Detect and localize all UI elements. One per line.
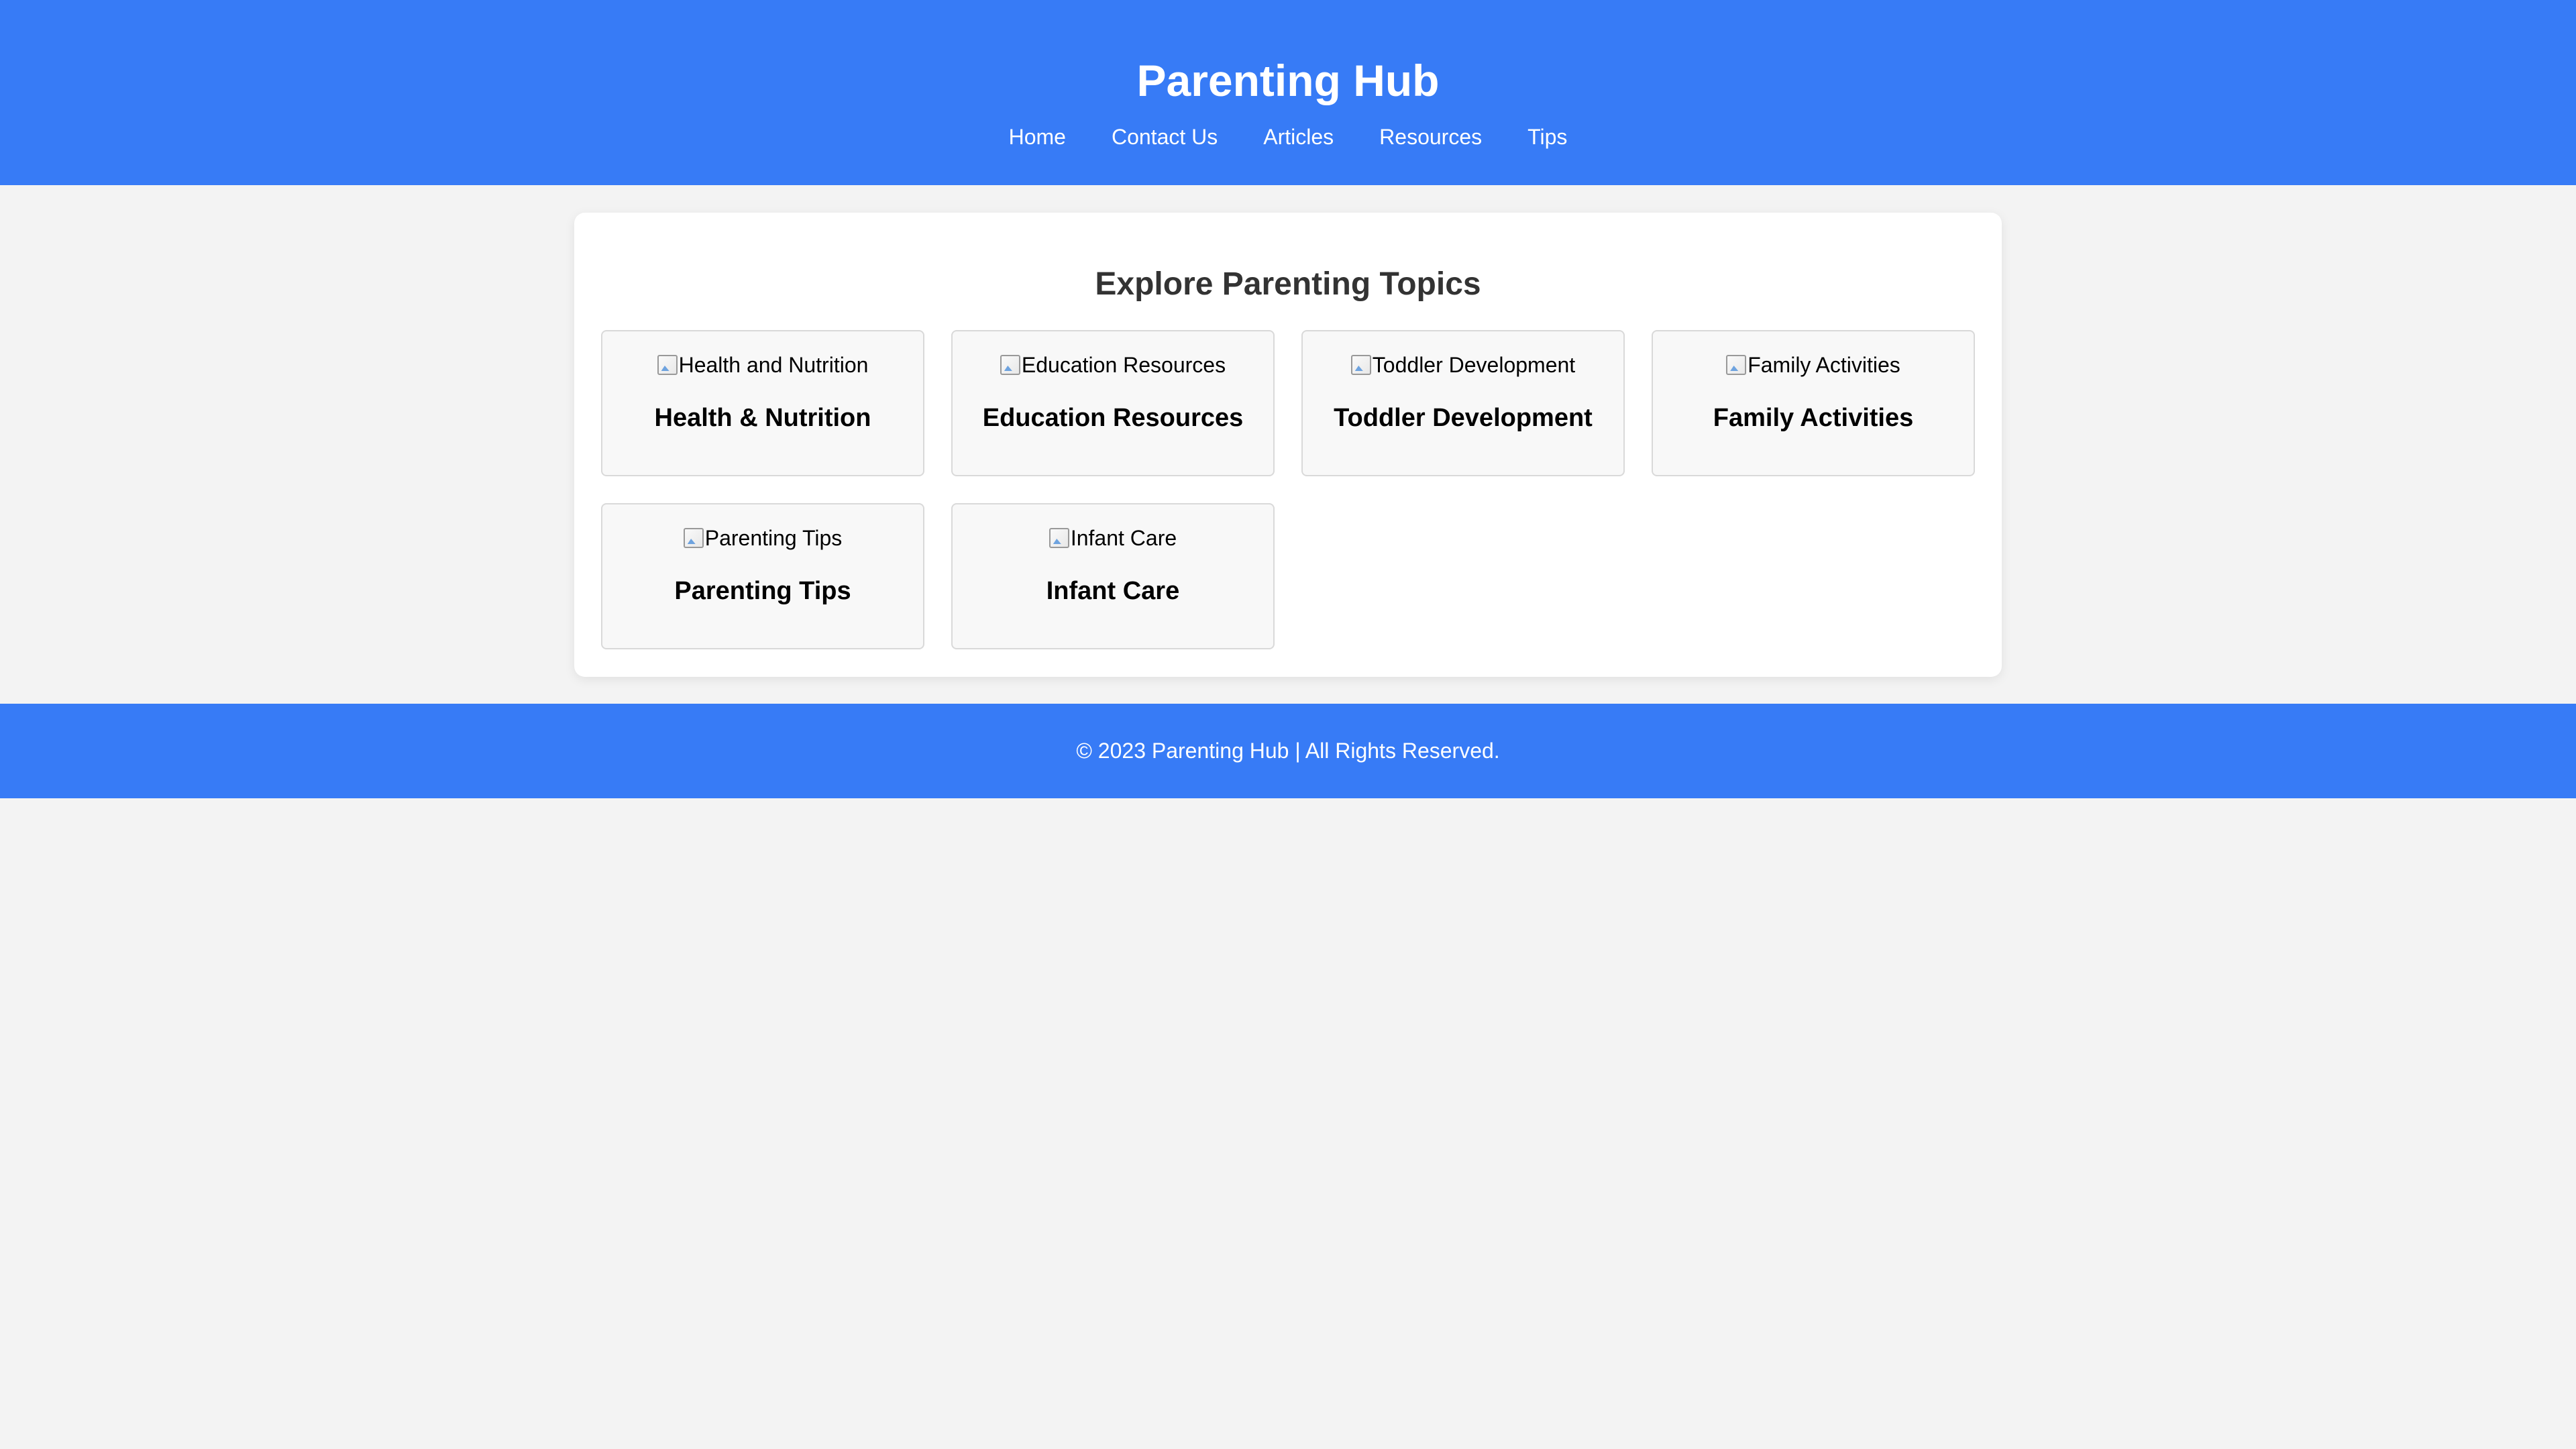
nav-tips-link[interactable]: Tips <box>1527 123 1567 150</box>
topic-card-family-activities[interactable]: Family Activities Family Activities <box>1652 330 1975 476</box>
site-title: Parenting Hub <box>1136 56 1440 105</box>
nav-resources-link[interactable]: Resources <box>1379 123 1482 150</box>
card-image: Toddler Development <box>1350 352 1576 378</box>
nav-contact-us-link[interactable]: Contact Us <box>1112 123 1218 150</box>
nav-home-link[interactable]: Home <box>1009 123 1066 150</box>
main-nav: Home Contact Us Articles Resources Tips <box>0 123 2576 150</box>
section-title: Explore Parenting Topics <box>1095 266 1481 302</box>
card-image: Parenting Tips <box>683 525 843 551</box>
card-title[interactable]: Infant Care <box>953 576 1273 606</box>
topics-grid: Health and Nutrition Health & Nutrition … <box>601 330 1975 649</box>
topic-card-health-nutrition[interactable]: Health and Nutrition Health & Nutrition <box>601 330 924 476</box>
footer-copyright: © 2023 Parenting Hub | All Rights Reserv… <box>1076 739 1500 763</box>
broken-image-icon <box>683 528 704 548</box>
broken-image-icon <box>1726 355 1747 375</box>
card-image: Education Resources <box>1000 352 1226 378</box>
broken-image-icon <box>1049 528 1069 548</box>
site-header: Parenting Hub Home Contact Us Articles R… <box>0 0 2576 185</box>
card-title[interactable]: Health & Nutrition <box>602 402 923 433</box>
topic-card-toddler-development[interactable]: Toddler Development Toddler Development <box>1301 330 1625 476</box>
card-image-alt-text: Education Resources <box>1021 353 1226 377</box>
card-title[interactable]: Parenting Tips <box>602 576 923 606</box>
card-image-alt-text: Infant Care <box>1070 526 1177 550</box>
nav-articles-link[interactable]: Articles <box>1263 123 1334 150</box>
topic-card-parenting-tips[interactable]: Parenting Tips Parenting Tips <box>601 503 924 649</box>
card-image-alt-text: Health and Nutrition <box>678 353 869 377</box>
card-image-alt-text: Parenting Tips <box>704 526 843 550</box>
card-image: Health and Nutrition <box>657 352 869 378</box>
card-image-alt-text: Toddler Development <box>1372 353 1576 377</box>
card-image: Family Activities <box>1726 352 1900 378</box>
broken-image-icon <box>1000 355 1020 375</box>
broken-image-icon <box>1350 355 1371 375</box>
topics-panel: Explore Parenting Topics Health and Nutr… <box>574 213 2002 677</box>
card-title[interactable]: Toddler Development <box>1303 402 1623 433</box>
card-image: Infant Care <box>1049 525 1177 551</box>
card-image-alt-text: Family Activities <box>1748 353 1900 377</box>
card-title[interactable]: Education Resources <box>953 402 1273 433</box>
site-footer: © 2023 Parenting Hub | All Rights Reserv… <box>0 704 2576 798</box>
broken-image-icon <box>657 355 678 375</box>
topic-card-education-resources[interactable]: Education Resources Education Resources <box>951 330 1275 476</box>
card-title[interactable]: Family Activities <box>1653 402 1974 433</box>
topic-card-infant-care[interactable]: Infant Care Infant Care <box>951 503 1275 649</box>
